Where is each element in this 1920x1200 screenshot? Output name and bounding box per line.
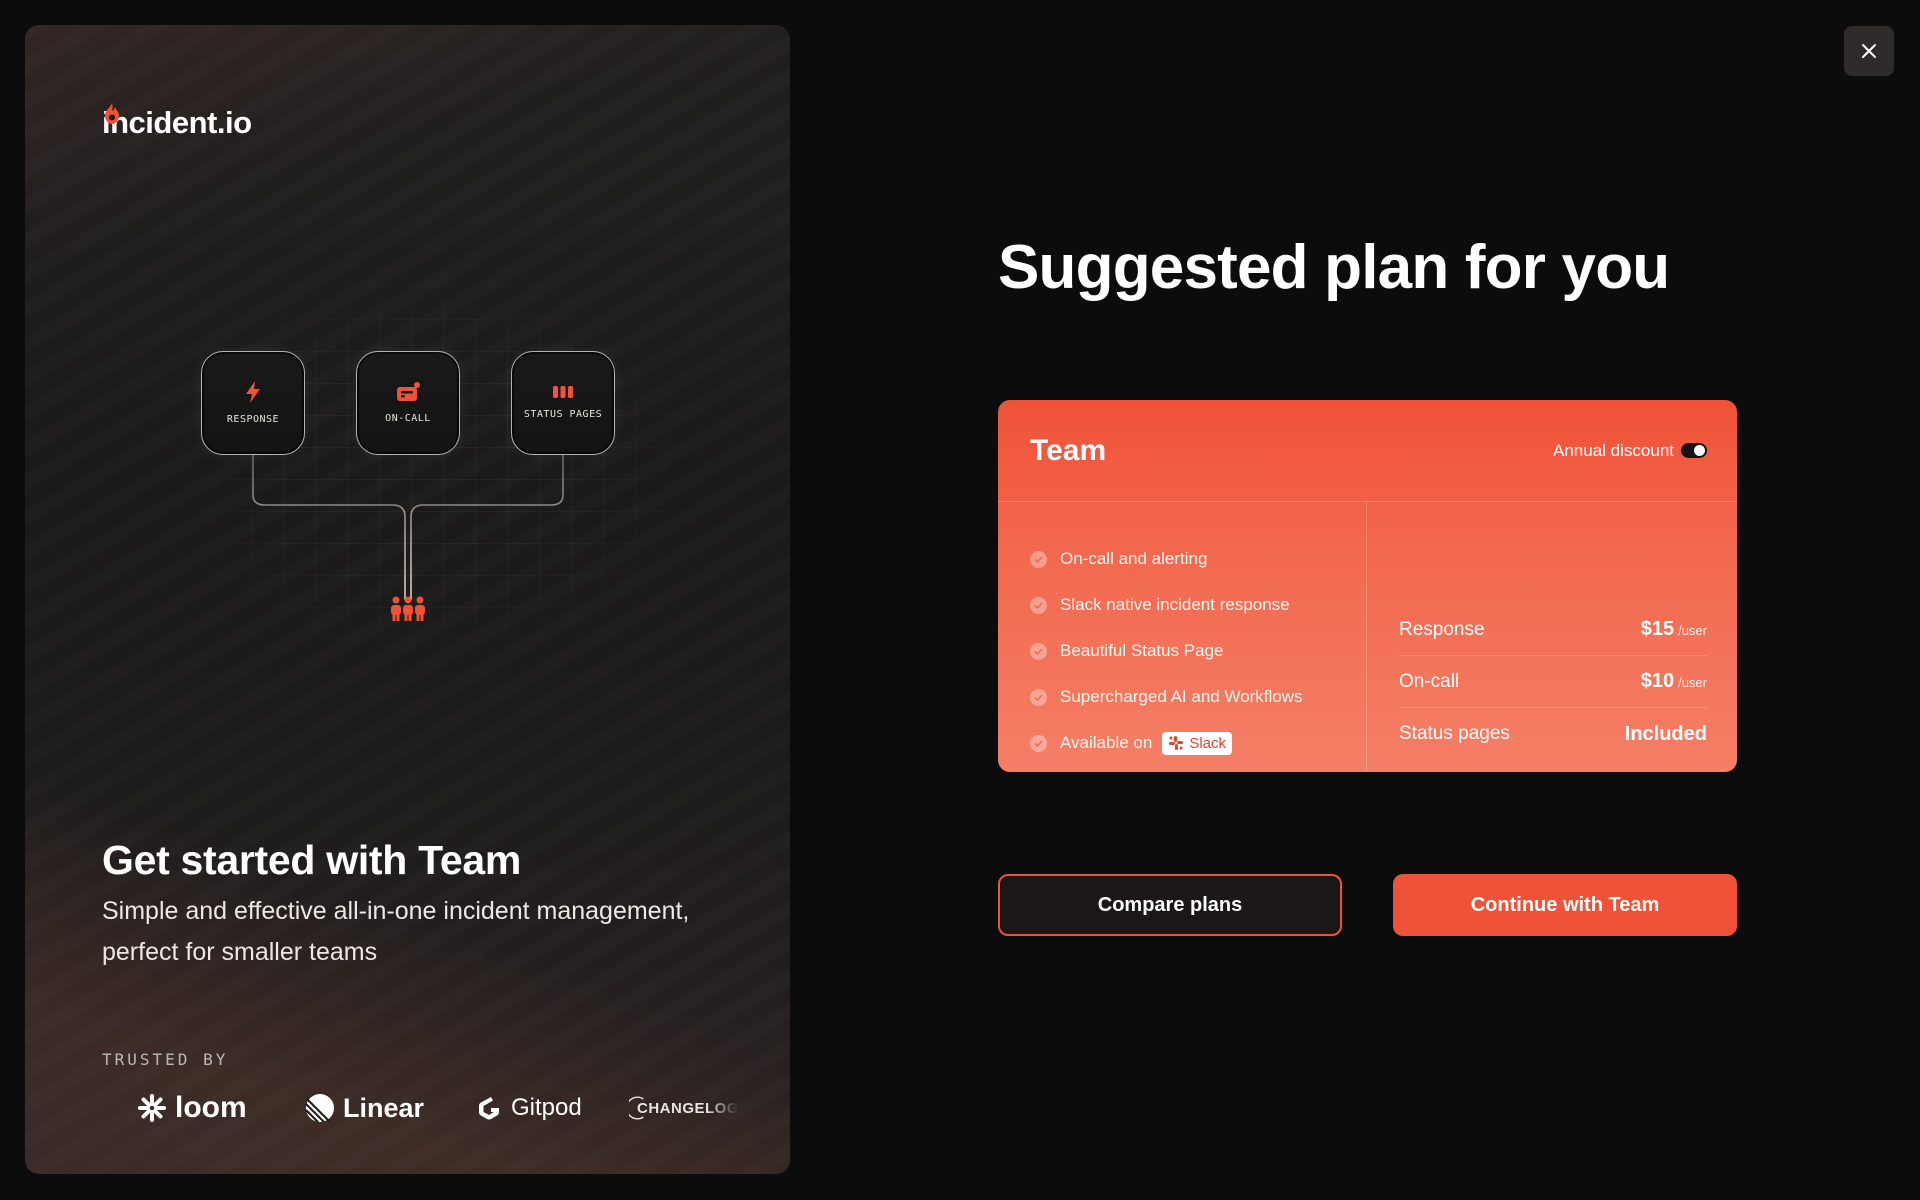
promo-description: Simple and effective all-in-one incident… [102,897,690,966]
slack-icon [1169,736,1184,750]
loom-logo: loom [137,1091,305,1125]
price-list: Response $15/user On-call $10/user Statu… [1367,502,1737,772]
bolt-icon [246,380,260,403]
changelog-logo: CHANGELOG [629,1094,739,1122]
promo-panel: incident.io RESPONSE ON-CALL STATUS PAGE… [25,25,790,1174]
node-label: STATUS PAGES [523,408,603,420]
price-label: On-call [1399,670,1460,692]
price-value: Included [1624,722,1707,745]
node-status-pages: STATUS PAGES [511,351,615,455]
promo-title: Get started with Team [102,837,521,883]
node-label: RESPONSE [226,413,280,425]
gitpod-wordmark: Gitpod [511,1094,582,1121]
close-button[interactable] [1844,26,1894,76]
changelog-wordmark: CHANGELOG [637,1099,739,1117]
price-row-on-call: On-call $10/user [1399,656,1707,708]
feature-text: Available on [1060,733,1153,752]
annual-discount-toggle[interactable] [1681,443,1707,458]
price-value: $10 [1640,670,1675,692]
feature-list: On-call and alerting Slack native incide… [998,502,1367,772]
check-icon [1030,734,1047,752]
loom-wordmark: loom [175,1091,247,1124]
check-icon [1030,550,1047,568]
price-unit: /user [1678,675,1707,690]
price-value: $15 [1640,618,1675,640]
check-icon [1030,688,1047,706]
feature-text: Supercharged AI and Workflows [1060,687,1303,706]
linear-wordmark: Linear [343,1092,425,1123]
team-icon [391,596,425,621]
list-item: Slack native incident response [1030,582,1366,628]
slack-badge: Slack [1162,731,1233,755]
annual-discount-toggle-group: Annual discount [1553,441,1707,461]
node-response: RESPONSE [201,351,305,455]
continue-with-team-button[interactable]: Continue with Team [1393,874,1737,936]
loom-icon [138,1094,166,1122]
node-on-call: ON-CALL [356,351,460,455]
customer-logos: loom Linear Gitpod CHANGELOG [137,1091,739,1125]
page-title: Suggested plan for you [998,233,1670,302]
gitpod-icon [479,1097,499,1120]
plan-card-body: On-call and alerting Slack native incide… [998,502,1737,772]
price-label: Response [1399,618,1485,640]
price-label: Status pages [1399,723,1510,744]
linear-icon [305,1094,334,1123]
plan-card-header: Team Annual discount [998,400,1737,502]
list-item: Beautiful Status Page [1030,628,1366,674]
plan-card: Team Annual discount On-call and alertin… [998,400,1737,772]
check-icon [1030,596,1047,614]
price-row-response: Response $15/user [1399,604,1707,656]
list-item: Supercharged AI and Workflows [1030,674,1366,720]
status-bars-icon [553,385,573,398]
gitpod-logo: Gitpod [475,1093,629,1123]
list-item: On-call and alerting [1030,536,1366,582]
feature-text: Slack native incident response [1060,595,1290,614]
annual-discount-label: Annual discount [1553,440,1674,460]
feature-text: Beautiful Status Page [1060,641,1224,660]
linear-logo: Linear [305,1093,475,1124]
slack-label: Slack [1189,734,1227,752]
list-item: Available on Slack [1030,720,1366,766]
node-label: ON-CALL [385,412,431,424]
toggle-knob [1694,445,1705,456]
feature-text: On-call and alerting [1060,549,1208,568]
compare-plans-button[interactable]: Compare plans [998,874,1342,936]
price-row-status-pages: Status pages Included [1399,708,1707,760]
close-icon [1862,44,1876,58]
plan-name: Team [1030,433,1107,467]
pager-icon [397,381,420,401]
check-icon [1030,642,1047,660]
trusted-by-label: TRUSTED BY [102,1050,229,1069]
price-unit: /user [1678,623,1707,638]
